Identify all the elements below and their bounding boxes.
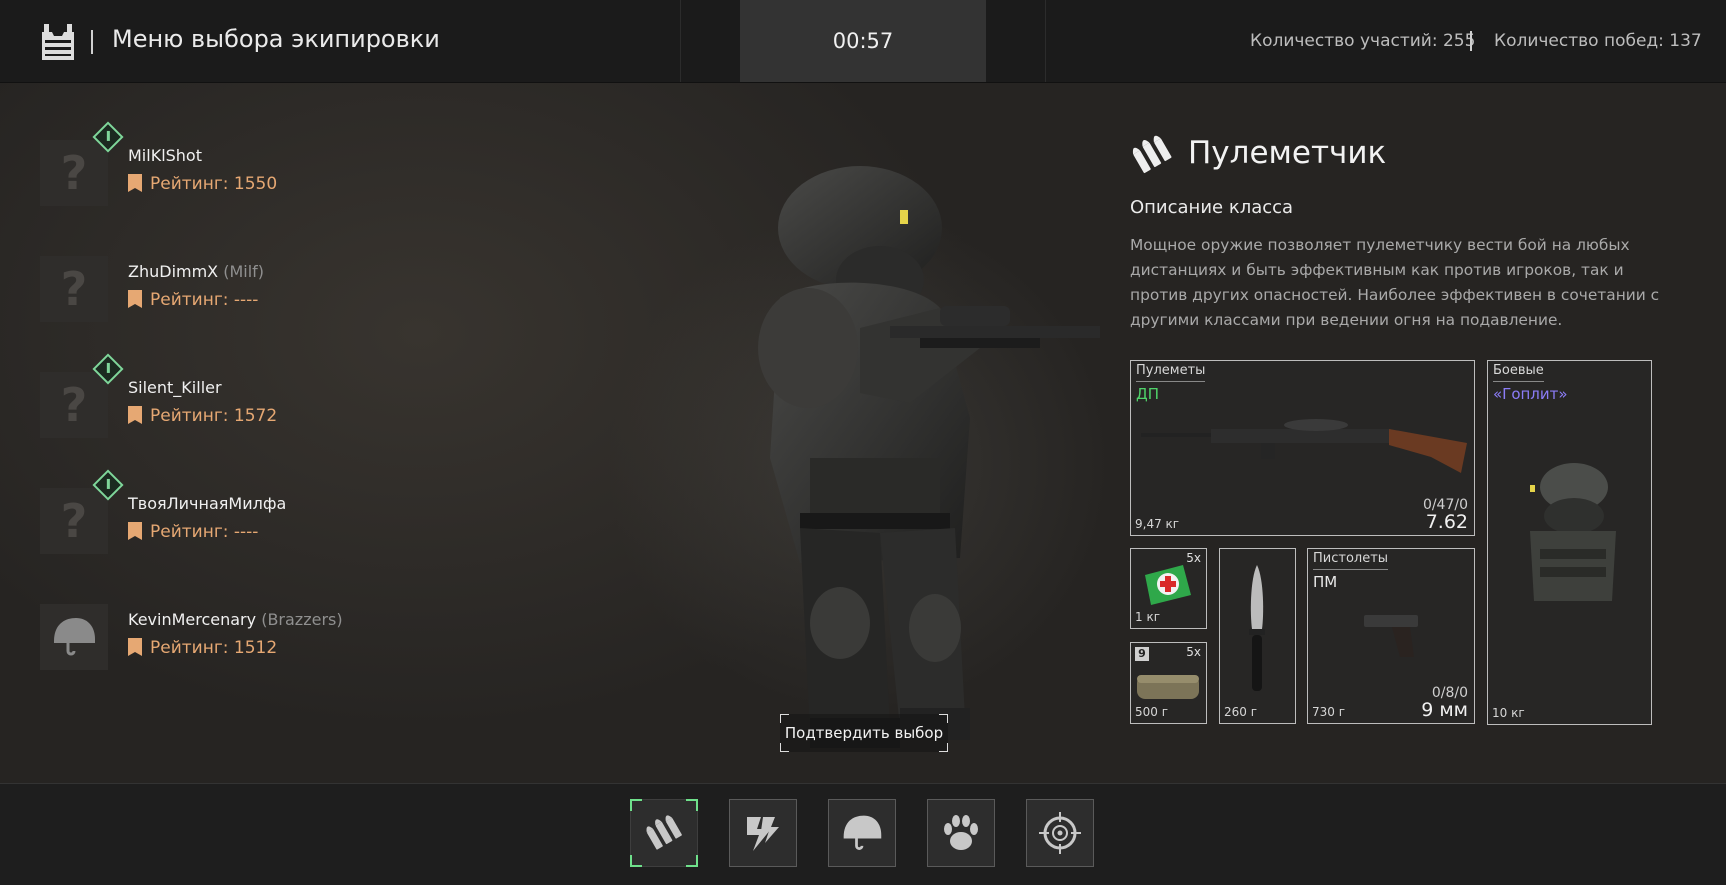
selection-corner bbox=[630, 799, 642, 811]
class-description-heading: Описание класса bbox=[1130, 197, 1294, 218]
item-level-badge: 9 bbox=[1135, 647, 1149, 661]
rank-icon bbox=[128, 406, 142, 424]
armor-vest-icon bbox=[1530, 463, 1616, 601]
divider bbox=[1045, 0, 1046, 82]
knife-icon bbox=[1249, 565, 1265, 691]
selection-corner bbox=[686, 855, 698, 867]
slot-category: Боевые bbox=[1493, 363, 1544, 382]
helmet-icon bbox=[843, 815, 882, 850]
player-row[interactable]: ? ТвояЛичнаяМилфа Рейтинг: ---- bbox=[40, 469, 400, 564]
player-rating: Рейтинг: ---- bbox=[128, 290, 258, 310]
player-rating: Рейтинг: ---- bbox=[128, 522, 258, 542]
player-rating: Рейтинг: 1512 bbox=[128, 638, 277, 658]
pistol-slot[interactable]: Пистолеты ПМ 730 г 0/8/0 9 мм bbox=[1307, 548, 1475, 724]
pistol-weight: 730 г bbox=[1312, 705, 1346, 719]
unknown-avatar-icon: ? bbox=[40, 488, 108, 554]
corner-bracket bbox=[939, 714, 948, 723]
soldier-model bbox=[758, 166, 1100, 748]
player-row[interactable]: ? MilKlShot Рейтинг: 1550 bbox=[40, 121, 400, 216]
class-description: Мощное оружие позволяет пулеметчику вест… bbox=[1130, 236, 1660, 329]
rank-icon bbox=[128, 174, 142, 192]
item-weight: 500 г bbox=[1135, 705, 1169, 719]
ammo-icon bbox=[1132, 135, 1172, 174]
player-name: ТвояЛичнаяМилфа bbox=[128, 494, 287, 513]
player-row[interactable]: KevinMercenary (Brazzers) Рейтинг: 1512 bbox=[40, 590, 400, 680]
player-name: Silent_Killer bbox=[128, 378, 222, 397]
player-clan: (Brazzers) bbox=[261, 610, 343, 629]
weapon-caliber: 7.62 bbox=[1425, 511, 1468, 533]
primary-weapon-slot[interactable]: Пулеметы ДП 9,47 кг 0/47/0 7.62 bbox=[1130, 360, 1475, 536]
armor-weight: 10 кг bbox=[1492, 706, 1525, 720]
slot-category: Пистолеты bbox=[1313, 551, 1389, 570]
player-name: ZhuDimmX (Milf) bbox=[128, 262, 265, 281]
class-button-support[interactable] bbox=[828, 799, 896, 867]
player-rating: Рейтинг: 1550 bbox=[128, 174, 277, 194]
unknown-avatar-icon: ? bbox=[40, 372, 108, 438]
pistol-icon bbox=[1364, 615, 1418, 657]
item-weight: 260 г bbox=[1224, 705, 1258, 719]
player-rating: Рейтинг: 1572 bbox=[128, 406, 277, 426]
lightning-icon bbox=[747, 817, 779, 851]
vest-icon bbox=[42, 24, 74, 60]
class-button-scout[interactable] bbox=[927, 799, 995, 867]
class-button-sniper[interactable] bbox=[1026, 799, 1094, 867]
crosshair-icon bbox=[1039, 812, 1081, 854]
class-title: Пулеметчик bbox=[1188, 135, 1387, 171]
ammo-icon bbox=[646, 815, 682, 850]
rank-icon bbox=[128, 290, 142, 308]
unknown-avatar-icon: ? bbox=[40, 256, 108, 322]
player-row[interactable]: ? Silent_Killer Рейтинг: 1572 bbox=[40, 353, 400, 448]
machine-gun-icon bbox=[1141, 419, 1467, 473]
item-quantity: 5x bbox=[1186, 645, 1201, 659]
player-name: KevinMercenary (Brazzers) bbox=[128, 610, 343, 629]
armor-name: «Гоплит» bbox=[1493, 385, 1568, 403]
selection-corner bbox=[686, 799, 698, 811]
bandage-icon bbox=[1137, 675, 1199, 699]
medkit-icon bbox=[1145, 565, 1191, 605]
corner-bracket bbox=[780, 714, 789, 723]
wins-count: Количество побед: 137 bbox=[1494, 31, 1702, 51]
pistol-name: ПМ bbox=[1313, 573, 1338, 591]
confirm-selection-button[interactable]: Подтвердить выбор bbox=[780, 714, 948, 752]
main-area: ? MilKlShot Рейтинг: 1550 ? ZhuDimmX (Mi… bbox=[0, 83, 1726, 783]
player-name: MilKlShot bbox=[128, 146, 202, 165]
divider bbox=[680, 0, 681, 82]
paw-icon bbox=[944, 815, 978, 850]
unknown-avatar-icon: ? bbox=[40, 140, 108, 206]
corner-bracket bbox=[939, 743, 948, 752]
top-bar: Меню выбора экипировки 00:57 Количество … bbox=[0, 0, 1726, 83]
melee-slot[interactable]: 260 г bbox=[1219, 548, 1296, 724]
stats-separator bbox=[1470, 31, 1472, 51]
pistol-caliber: 9 мм bbox=[1421, 699, 1468, 721]
player-clan: (Milf) bbox=[223, 262, 265, 281]
class-button-machinegunner[interactable] bbox=[630, 799, 698, 867]
armor-slot[interactable]: Боевые «Гоплит» 10 кг bbox=[1487, 360, 1652, 725]
countdown-timer: 00:57 bbox=[740, 0, 986, 82]
bandage-slot[interactable]: 9 5x 500 г bbox=[1130, 642, 1207, 724]
selection-corner bbox=[630, 855, 642, 867]
confirm-label: Подтвердить выбор bbox=[784, 724, 944, 742]
title-separator bbox=[91, 30, 93, 54]
weapon-name: ДП bbox=[1136, 385, 1159, 403]
player-row[interactable]: ? ZhuDimmX (Milf) Рейтинг: ---- bbox=[40, 242, 400, 332]
rank-icon bbox=[128, 638, 142, 656]
rank-icon bbox=[128, 522, 142, 540]
corner-bracket bbox=[780, 743, 789, 752]
page-title: Меню выбора экипировки bbox=[112, 25, 440, 53]
helmet-avatar-icon bbox=[40, 604, 108, 670]
slot-category: Пулеметы bbox=[1136, 363, 1206, 382]
weapon-weight: 9,47 кг bbox=[1135, 517, 1180, 531]
class-button-assault[interactable] bbox=[729, 799, 797, 867]
medkit-slot[interactable]: 5x 1 кг bbox=[1130, 548, 1207, 629]
item-weight: 1 кг bbox=[1135, 610, 1161, 624]
participations-count: Количество участий: 255 bbox=[1250, 31, 1476, 51]
